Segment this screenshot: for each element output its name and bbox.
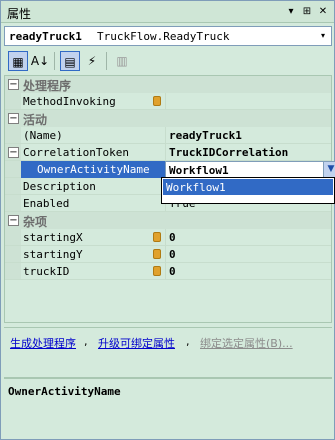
collapse-icon[interactable]: −: [8, 79, 19, 90]
window-title: 属性: [7, 7, 32, 21]
property-name: (Name): [23, 129, 63, 142]
title-bar: 属性 ▾ ⊞ ✕: [1, 1, 334, 23]
category-misc[interactable]: − 杂项: [5, 212, 331, 229]
chevron-down-icon[interactable]: ▾: [317, 30, 329, 42]
property-name: CorrelationToken: [23, 146, 129, 159]
object-name: readyTruck1: [9, 30, 82, 43]
property-value[interactable]: 0: [169, 231, 176, 244]
row-gutter: [5, 178, 21, 194]
selected-property-name: OwnerActivityName: [21, 161, 165, 178]
promote-bindable-link[interactable]: 升级可绑定属性: [98, 335, 175, 351]
property-pages-icon: ▥: [116, 54, 128, 68]
category-handlers[interactable]: − 处理程序: [5, 76, 331, 93]
property-value[interactable]: Workflow1: [169, 164, 229, 177]
alphabetical-icon[interactable]: A↓: [30, 51, 50, 71]
bind-icon[interactable]: [153, 266, 161, 276]
commands-pane: 生成处理程序 , 升级可绑定属性 , 绑定选定属性(B)...: [4, 327, 332, 375]
property-row-methodinvoking[interactable]: MethodInvoking: [5, 93, 331, 110]
description-title: OwnerActivityName: [8, 385, 121, 398]
auto-hide-pin-icon[interactable]: ⊞: [300, 4, 314, 19]
property-value[interactable]: 0: [169, 248, 176, 261]
generate-handlers-link[interactable]: 生成处理程序: [10, 335, 76, 351]
chevron-down-icon[interactable]: ▼: [323, 162, 335, 177]
comma-separator: ,: [84, 335, 88, 348]
column-divider: [165, 144, 166, 160]
column-divider: [165, 93, 166, 109]
property-row-startingx[interactable]: startingX 0: [5, 229, 331, 246]
events-icon[interactable]: ⚡: [82, 51, 102, 71]
property-value-combobox[interactable]: Workflow1 ▼: [165, 161, 335, 178]
property-name: truckID: [23, 265, 70, 278]
property-name: Description: [23, 180, 96, 193]
property-row-name[interactable]: (Name) readyTruck1: [5, 127, 331, 144]
column-divider: [165, 229, 166, 245]
owner-activity-dropdown-list[interactable]: Workflow1: [161, 177, 335, 204]
property-row-correlationtoken[interactable]: − CorrelationToken TruckIDCorrelation: [5, 144, 331, 161]
dropdown-option[interactable]: Workflow1: [163, 179, 333, 195]
categorized-icon[interactable]: ▦: [8, 51, 28, 71]
properties-toolbar: ▦ A↓ ▤ ⚡ ▥: [4, 49, 332, 73]
category-label: 杂项: [23, 215, 48, 229]
row-gutter: [5, 93, 21, 109]
category-label: 处理程序: [23, 79, 72, 93]
column-divider: [165, 246, 166, 262]
property-value[interactable]: TruckIDCorrelation: [169, 146, 288, 159]
property-value[interactable]: 0: [169, 265, 176, 278]
row-gutter: [5, 127, 21, 143]
column-divider: [165, 263, 166, 279]
object-type: TruckFlow.ReadyTruck: [97, 30, 230, 43]
properties-window: 属性 ▾ ⊞ ✕ readyTruck1 TruckFlow.ReadyTruc…: [0, 0, 335, 440]
comma-separator: ,: [186, 335, 190, 348]
bind-selected-link: 绑定选定属性(B)...: [200, 337, 293, 350]
row-gutter: [5, 229, 21, 245]
property-name: Enabled: [23, 197, 70, 210]
description-pane: OwnerActivityName: [4, 377, 332, 437]
property-name: MethodInvoking: [23, 95, 116, 108]
close-icon[interactable]: ✕: [316, 4, 330, 19]
property-row-truckid[interactable]: truckID 0: [5, 263, 331, 280]
toolbar-separator: [106, 52, 107, 70]
row-gutter: [5, 263, 21, 279]
row-gutter: [5, 161, 21, 177]
collapse-icon[interactable]: −: [8, 215, 19, 226]
category-activity[interactable]: − 活动: [5, 110, 331, 127]
collapse-icon[interactable]: −: [8, 147, 19, 158]
bind-icon[interactable]: [153, 96, 161, 106]
collapse-icon[interactable]: −: [8, 113, 19, 124]
property-value[interactable]: readyTruck1: [169, 129, 242, 142]
bind-icon[interactable]: [153, 232, 161, 242]
row-gutter: [5, 246, 21, 262]
properties-icon[interactable]: ▤: [60, 51, 80, 71]
row-gutter: [5, 195, 21, 211]
toolbar-separator: [54, 52, 55, 70]
window-position-icon[interactable]: ▾: [284, 4, 298, 19]
bind-icon[interactable]: [153, 249, 161, 259]
property-row-startingy[interactable]: startingY 0: [5, 246, 331, 263]
property-name: startingY: [23, 248, 83, 261]
property-name: startingX: [23, 231, 83, 244]
property-name: OwnerActivityName: [37, 163, 150, 176]
property-row-owneractivityname[interactable]: OwnerActivityName Workflow1 ▼: [5, 161, 335, 178]
category-label: 活动: [23, 113, 48, 127]
object-selector[interactable]: readyTruck1 TruckFlow.ReadyTruck ▾: [4, 26, 332, 46]
column-divider: [165, 127, 166, 143]
